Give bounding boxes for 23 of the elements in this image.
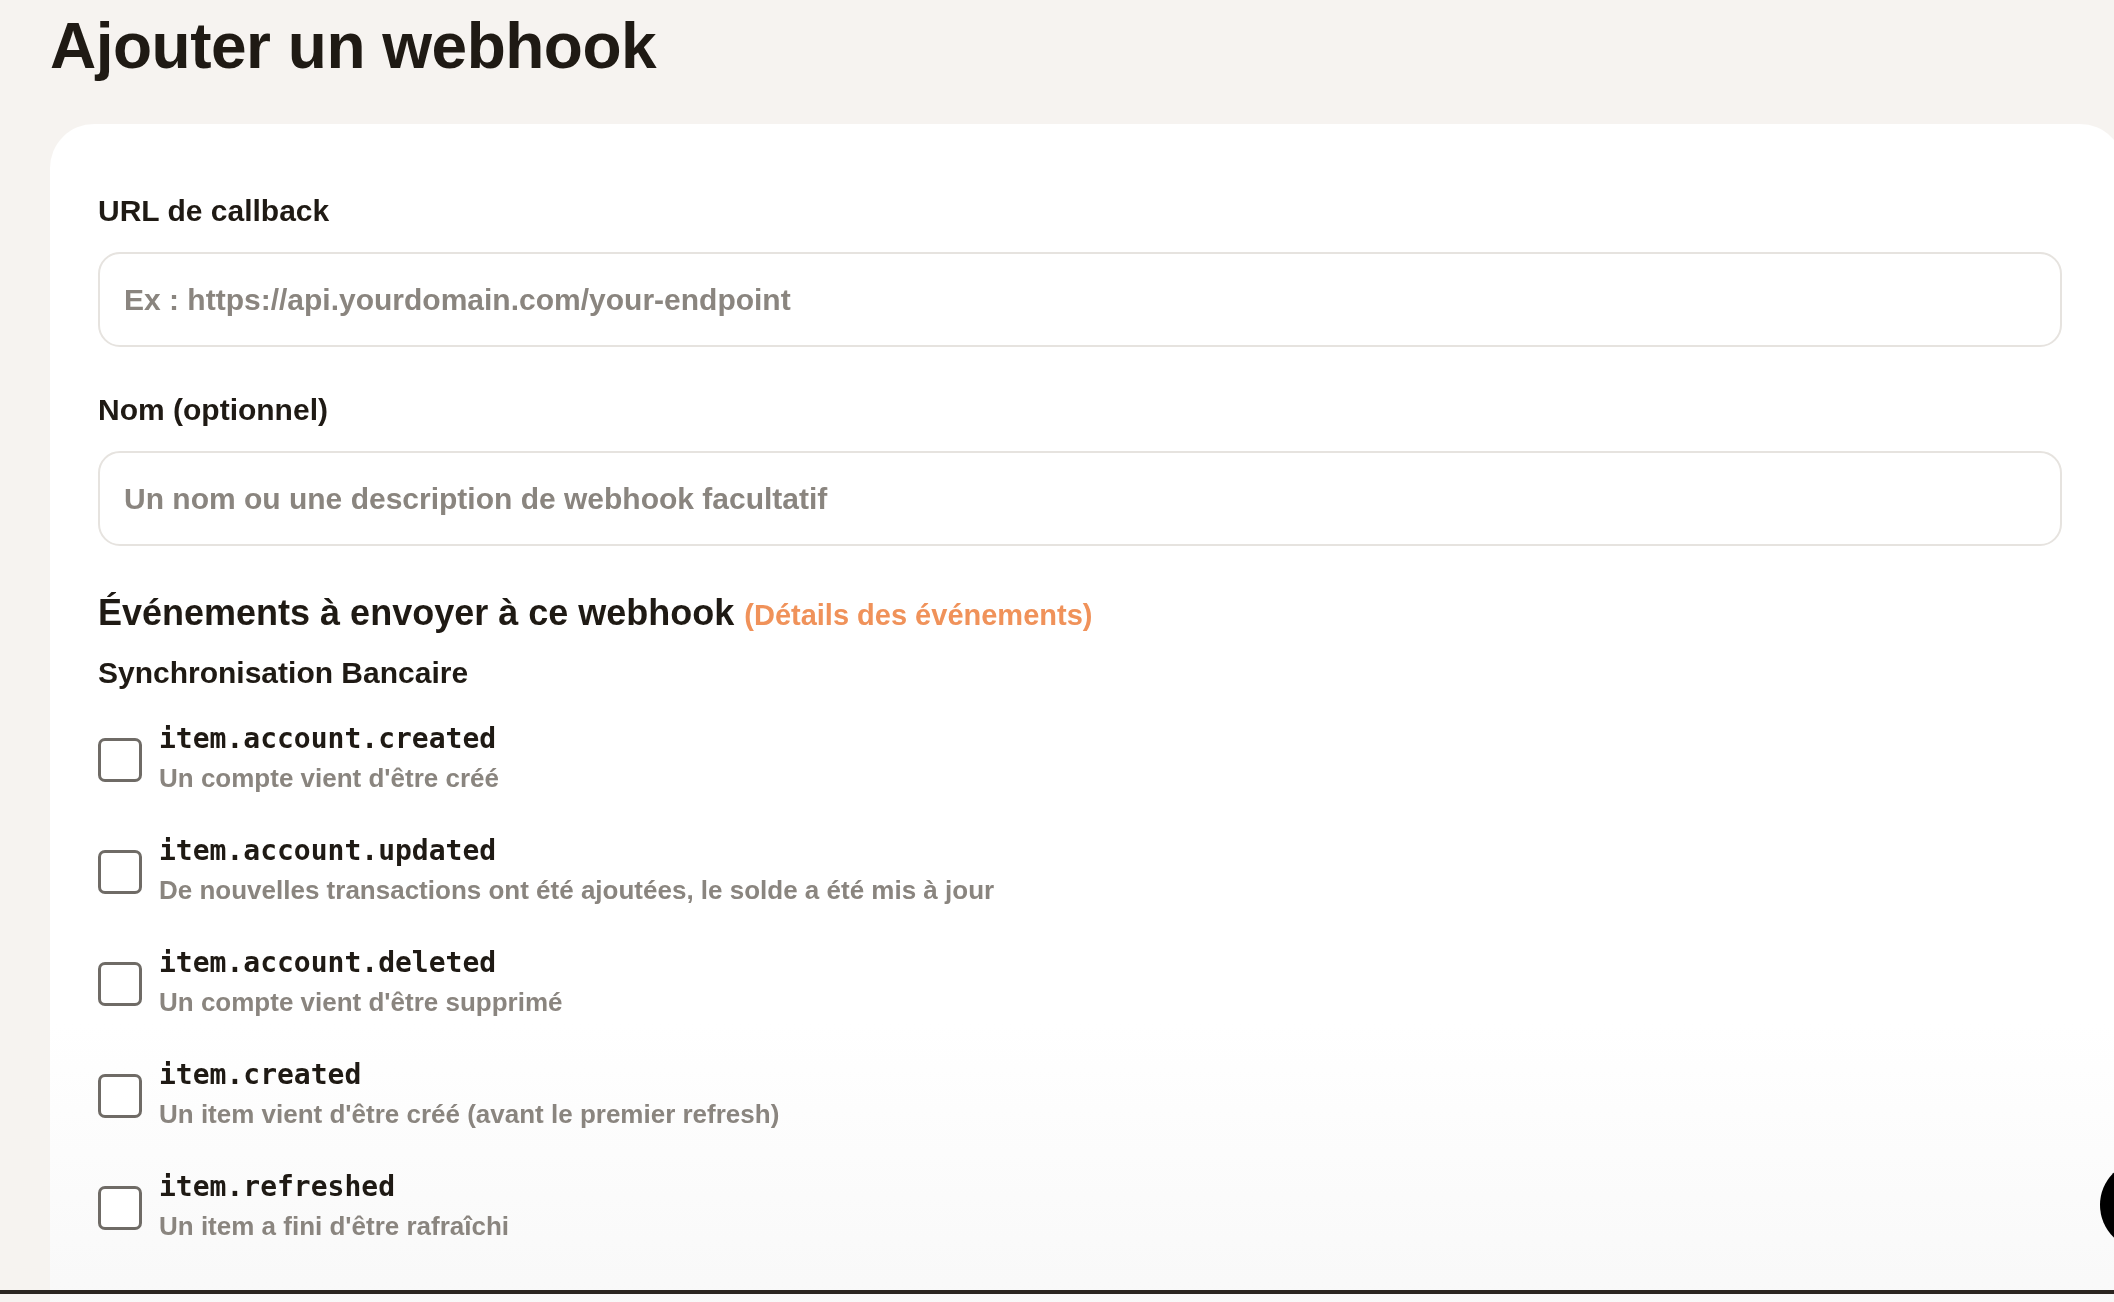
event-description: Un compte vient d'être créé (159, 763, 499, 794)
text-field[interactable]: Un nom ou une description de webhook facultatif (98, 451, 2062, 546)
event-name: item.created (159, 1058, 363, 1091)
text-field[interactable]: Ex : https://api.yourdomain.com/your-endpoint (98, 252, 2062, 347)
event-description: Un item vient d'être créé (avant le premier refresh) (159, 1099, 780, 1130)
checkbox[interactable] (98, 1074, 142, 1118)
page-title: Ajouter un webhook (50, 9, 658, 84)
event-description: Un compte vient d'être supprimé (159, 987, 563, 1018)
events-heading: Événements à envoyer à ce webhook (98, 592, 735, 634)
event-description: De nouvelles transactions ont été ajoutées, le solde a été mis à jour (159, 875, 995, 906)
event-name: item.account.created (159, 722, 498, 755)
group-heading: Synchronisation Bancaire (98, 656, 470, 690)
field-label: URL de callback (98, 194, 331, 228)
checkbox[interactable] (98, 850, 142, 894)
checkbox[interactable] (98, 962, 142, 1006)
checkbox[interactable] (98, 1186, 142, 1230)
event-description: Un item a fini d'être rafraîchi (159, 1211, 510, 1242)
event-name: item.refreshed (159, 1170, 396, 1203)
checkbox[interactable] (98, 738, 142, 782)
event-name: item.account.deleted (159, 946, 498, 979)
events-details-link[interactable]: (Détails des événements) (744, 599, 1093, 632)
field-label: Nom (optionnel) (98, 393, 329, 427)
event-name: item.account.updated (159, 834, 498, 867)
